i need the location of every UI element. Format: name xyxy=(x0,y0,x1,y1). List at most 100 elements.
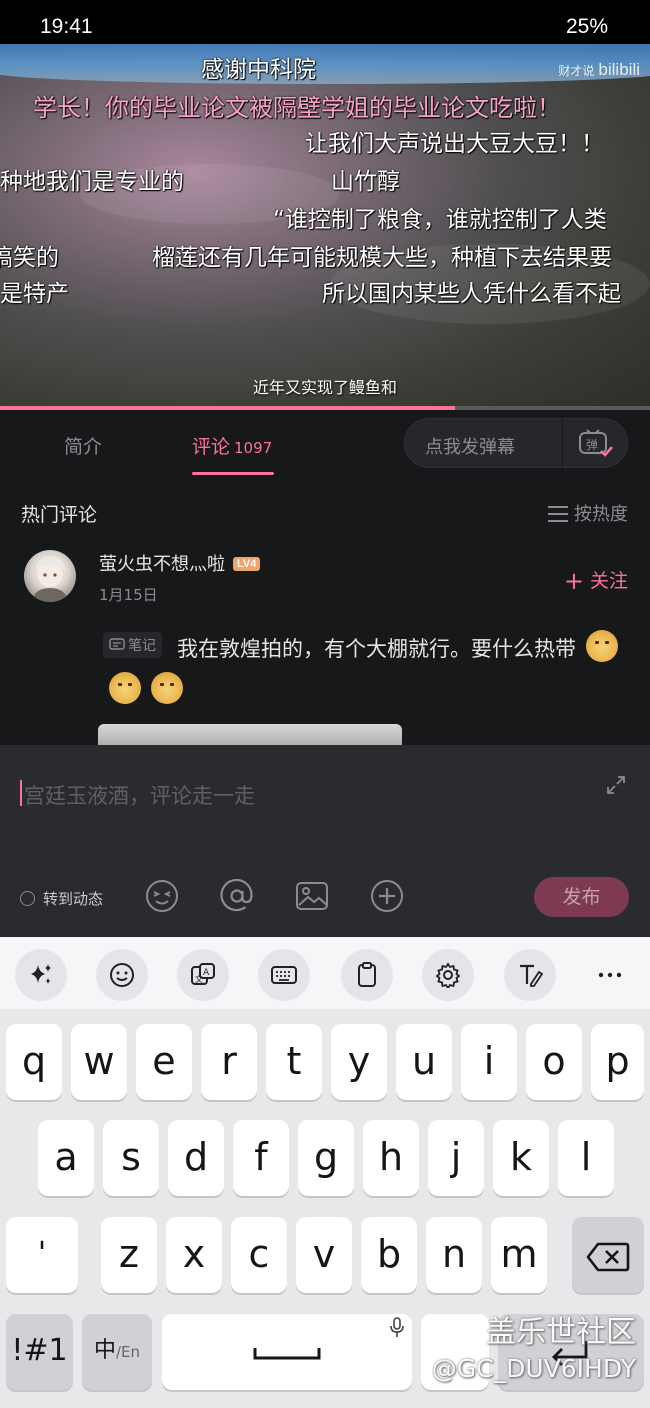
tab-active-indicator xyxy=(192,472,274,475)
text-cursor xyxy=(20,780,22,806)
danmu-comment: 让我们大声说出大豆大豆！！ xyxy=(305,131,604,157)
danmu-comment: 是特产 xyxy=(0,281,69,307)
key-k[interactable]: k xyxy=(493,1120,549,1196)
danmu-toggle-icon[interactable]: 弹 xyxy=(577,429,613,459)
plus-icon[interactable] xyxy=(370,879,404,913)
danmu-input-placeholder: 点我发弹幕 xyxy=(425,437,515,458)
svg-text:弹: 弹 xyxy=(586,438,598,452)
status-battery: 25% xyxy=(565,15,608,38)
note-tag[interactable]: 笔记 xyxy=(103,632,162,658)
key-r[interactable]: r xyxy=(201,1024,257,1100)
key-i[interactable]: i xyxy=(461,1024,517,1100)
comments-section: 热门评论 按热度 萤火虫不想灬啦 LV4 1月15日 + 关注 我在敦煌拍的，有个大… xyxy=(0,480,650,745)
comment-image-thumbnail[interactable] xyxy=(98,724,402,745)
key-f[interactable]: f xyxy=(233,1120,289,1196)
space-key[interactable] xyxy=(162,1314,412,1390)
key-n[interactable]: n xyxy=(426,1217,482,1293)
space-icon xyxy=(253,1347,321,1359)
microphone-icon xyxy=(390,1317,404,1337)
key-h[interactable]: h xyxy=(363,1120,419,1196)
publish-button[interactable]: 发布 xyxy=(534,877,629,917)
hot-comments-title: 热门评论 xyxy=(21,504,98,526)
key-j[interactable]: j xyxy=(428,1120,484,1196)
comment-username[interactable]: 萤火虫不想灬啦 LV4 xyxy=(99,550,261,576)
key-q[interactable]: q xyxy=(6,1024,62,1100)
key-y[interactable]: y xyxy=(331,1024,387,1100)
key-d[interactable]: d xyxy=(168,1120,224,1196)
key-b[interactable]: b xyxy=(361,1217,417,1293)
doge-emoji-icon xyxy=(151,672,183,704)
more-icon[interactable] xyxy=(584,949,636,1001)
danmu-comment: 感谢中科院 xyxy=(201,57,316,83)
key-o[interactable]: o xyxy=(526,1024,582,1100)
language-key[interactable]: 中/En xyxy=(82,1314,152,1390)
danmu-comment: “谁控制了粮食，谁就控制了人类 xyxy=(273,207,607,233)
key-u[interactable]: u xyxy=(396,1024,452,1100)
doge-emoji-icon xyxy=(586,630,618,662)
key-w[interactable]: w xyxy=(71,1024,127,1100)
sort-button[interactable]: 按热度 xyxy=(548,500,628,526)
key-l[interactable]: l xyxy=(558,1120,614,1196)
reply-panel: 宫廷玉液酒，评论走一走 转到动态 发布 xyxy=(0,745,650,937)
danmu-comment: 所以国内某些人凭什么看不起 xyxy=(322,281,621,307)
tab-bar: 简介 评论 1097 点我发弹幕 弹 xyxy=(0,410,650,480)
expand-icon[interactable] xyxy=(606,775,626,795)
key-p[interactable]: p xyxy=(591,1024,644,1100)
note-icon xyxy=(109,638,125,650)
forum-watermark: 盖乐世社区 xyxy=(486,1315,636,1350)
level-badge: LV4 xyxy=(233,557,261,571)
key-x[interactable]: x xyxy=(166,1217,222,1293)
key-apostrophe[interactable]: ' xyxy=(6,1217,78,1293)
key-z[interactable]: z xyxy=(101,1217,157,1293)
backspace-key[interactable] xyxy=(572,1217,644,1293)
key-s[interactable]: s xyxy=(103,1120,159,1196)
image-icon[interactable] xyxy=(295,879,329,913)
emoji-icon[interactable] xyxy=(145,879,179,913)
danmu-comment: 榴莲还有几年可能规模大些，种植下去结果要 xyxy=(152,245,612,271)
tab-intro[interactable]: 简介 xyxy=(64,432,102,459)
forward-to-feed-option[interactable]: 转到动态 xyxy=(20,888,103,909)
avatar[interactable] xyxy=(24,550,76,602)
doge-emoji-icon xyxy=(109,672,141,704)
key-m[interactable]: m xyxy=(491,1217,547,1293)
comment-text: 我在敦煌拍的，有个大棚就行。要什么热带 xyxy=(99,628,619,712)
tab-comments[interactable]: 评论 1097 xyxy=(192,432,272,459)
keyboard-toolbar: A文 xyxy=(0,937,650,1009)
status-time: 19:41 xyxy=(40,15,93,38)
key-v[interactable]: v xyxy=(296,1217,352,1293)
danmu-input[interactable]: 点我发弹幕 弹 xyxy=(404,418,628,469)
status-bar: 19:41 25% xyxy=(0,0,650,46)
user-watermark: @GC_DUV6IHDY xyxy=(431,1354,636,1383)
translate-icon[interactable]: A文 xyxy=(177,949,229,1001)
keyboard-icon[interactable] xyxy=(258,949,310,1001)
clipboard-icon[interactable] xyxy=(341,949,393,1001)
at-icon[interactable] xyxy=(220,878,254,913)
danmu-comment: 种地我们是专业的 xyxy=(0,169,184,195)
plus-icon: + xyxy=(563,567,584,595)
danmu-comment: 山竹醇 xyxy=(331,169,400,195)
danmu-comment: 学长！你的毕业论文被隔壁学姐的毕业论文吃啦！ xyxy=(33,94,561,122)
video-subtitle: 近年又实现了鳗鱼和 xyxy=(252,378,397,397)
handwriting-icon[interactable] xyxy=(504,949,556,1001)
key-t[interactable]: t xyxy=(266,1024,322,1100)
svg-text:A: A xyxy=(203,968,210,978)
key-a[interactable]: a xyxy=(38,1120,94,1196)
soft-keyboard: A文 q w e r t y u i o p a s d f g h j k l… xyxy=(0,937,650,1408)
follow-button[interactable]: + 关注 xyxy=(564,566,628,595)
backspace-icon xyxy=(586,1242,630,1271)
svg-text:文: 文 xyxy=(195,974,203,984)
video-watermark: 财才说 bilibili xyxy=(558,60,640,79)
symbols-key[interactable]: !#1 xyxy=(6,1314,73,1390)
key-e[interactable]: e xyxy=(136,1024,192,1100)
settings-icon[interactable] xyxy=(422,949,474,1001)
comment-input[interactable]: 宫廷玉液酒，评论走一走 xyxy=(24,780,255,810)
danmu-input-divider xyxy=(562,419,563,469)
danmu-comment: 搞笑的 xyxy=(0,245,59,271)
sparkle-icon[interactable] xyxy=(15,949,67,1001)
video-player[interactable]: 财才说 bilibili 感谢中科院 学长！你的毕业论文被隔壁学姐的毕业论文吃啦！… xyxy=(0,44,650,410)
radio-icon[interactable] xyxy=(20,891,35,906)
smiley-icon[interactable] xyxy=(96,949,148,1001)
key-g[interactable]: g xyxy=(298,1120,354,1196)
key-c[interactable]: c xyxy=(231,1217,287,1293)
comment-date: 1月15日 xyxy=(99,586,158,604)
